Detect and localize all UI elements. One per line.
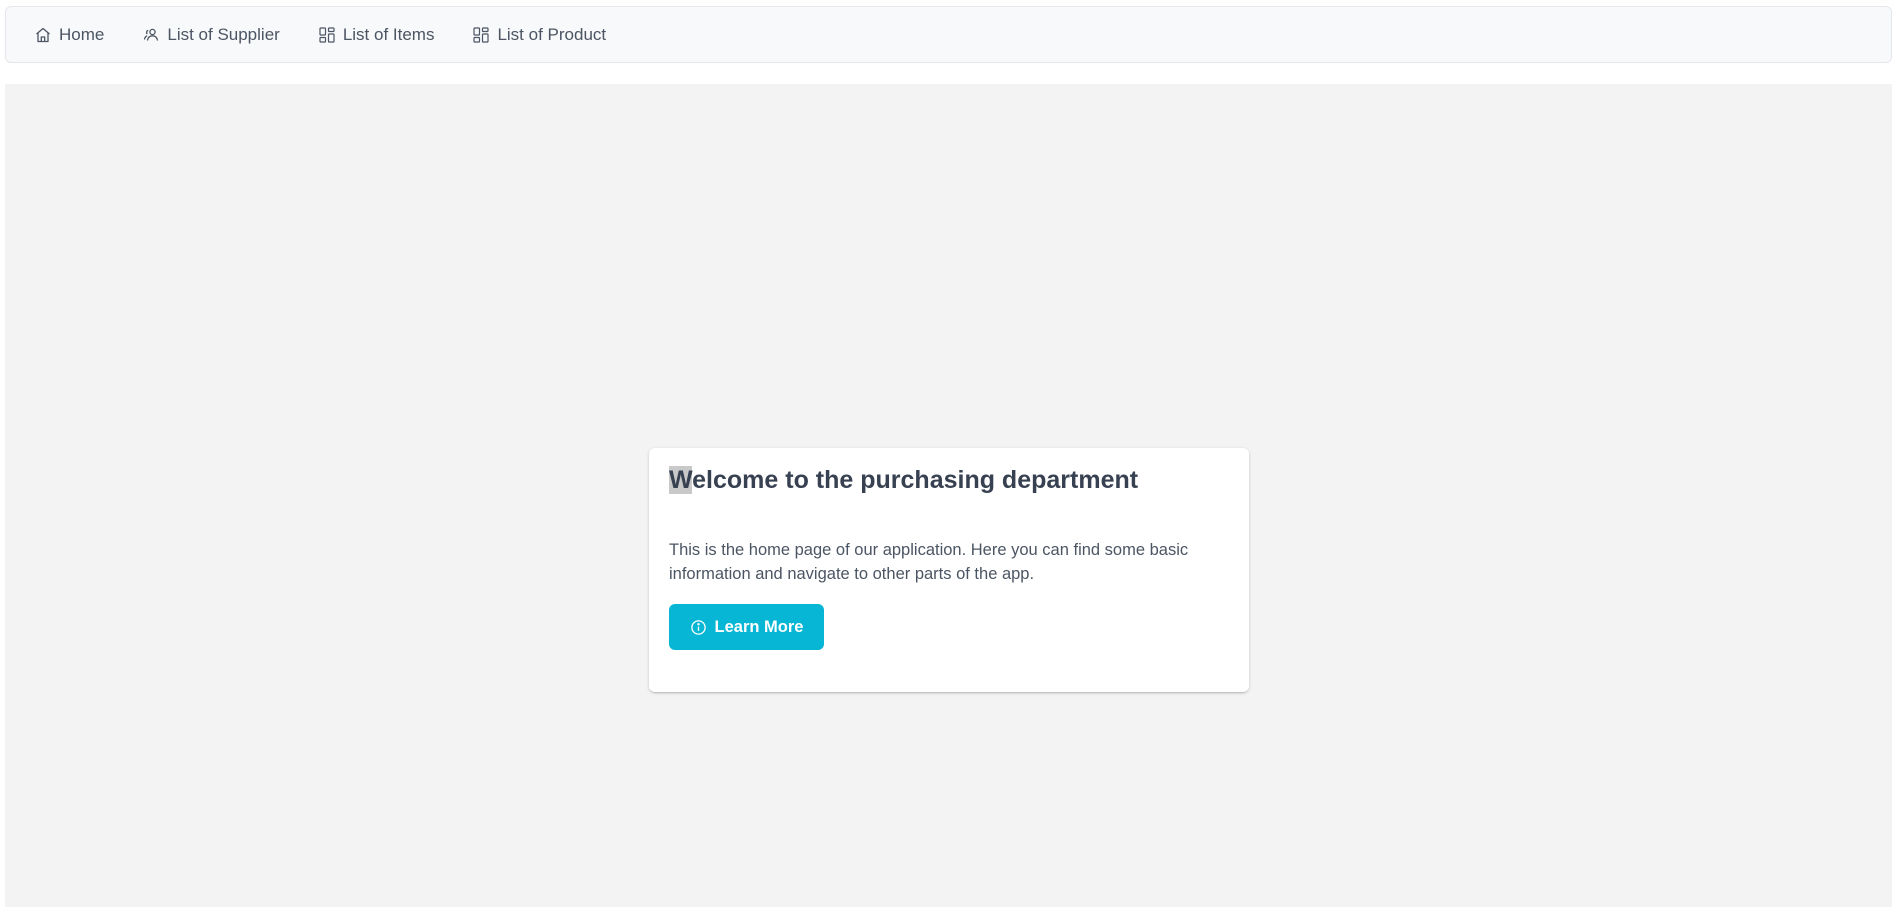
welcome-card: Welcome to the purchasing department Thi… (649, 448, 1249, 692)
menu-item-label: List of Items (342, 24, 435, 44)
title-highlight: W (669, 466, 693, 494)
card-title: Welcome to the purchasing department (669, 466, 1138, 495)
top-menubar: Home List of Supplier List of Items List… (5, 6, 1892, 63)
users-icon (142, 26, 160, 44)
learn-more-label: Learn More (714, 617, 804, 636)
menu-item-label: List of Supplier (167, 24, 280, 44)
home-icon (34, 26, 52, 44)
menu-item-home[interactable]: Home (34, 25, 104, 45)
menu-item-label: List of Product (497, 24, 607, 44)
card-description: This is the home page of our application… (669, 541, 1189, 583)
title-rest: elcome to the purchasing department (692, 466, 1139, 494)
menu-item-label: Home (59, 24, 105, 44)
menu-item-list-of-items[interactable]: List of Items (318, 24, 435, 45)
menu-item-list-of-supplier[interactable]: List of Supplier (142, 24, 280, 45)
info-circle-icon (690, 619, 707, 636)
th-large-icon (472, 26, 490, 44)
menu-item-list-of-product[interactable]: List of Product (472, 25, 606, 45)
th-large-icon (318, 26, 336, 44)
main-content: Welcome to the purchasing department Thi… (5, 84, 1892, 907)
learn-more-button[interactable]: Learn More (669, 604, 824, 650)
